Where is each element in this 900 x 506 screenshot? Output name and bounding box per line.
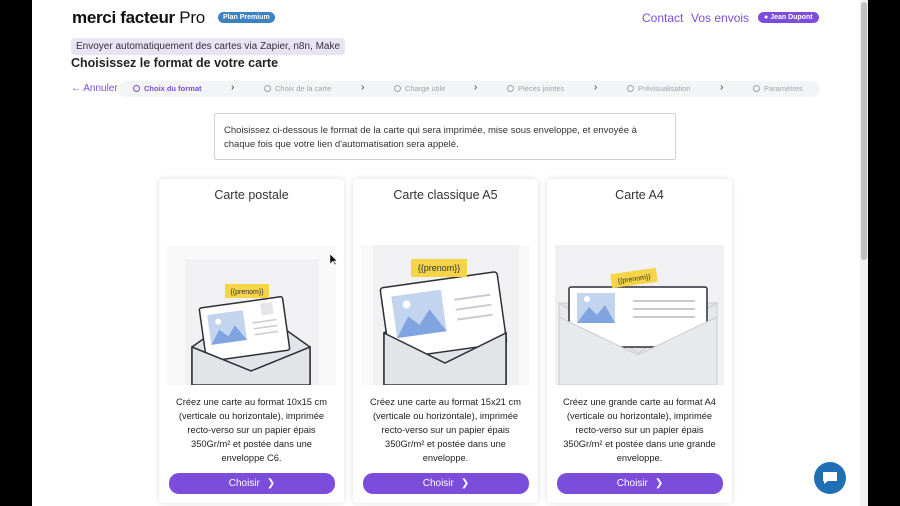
card-carte-a5: Carte classique A5 {{prenom}} Créez une … bbox=[353, 179, 538, 503]
subtitle-badge: Envoyer automatiquement des cartes via Z… bbox=[71, 38, 346, 55]
chevron-right-icon: ❯ bbox=[266, 478, 276, 489]
logo[interactable]: merci facteur Pro bbox=[72, 8, 205, 28]
card-title: Carte A4 bbox=[615, 188, 664, 202]
card-description: Créez une carte au format 10x15 cm (vert… bbox=[176, 397, 327, 463]
chevron-right-icon: › bbox=[361, 82, 365, 93]
user-name: Jean Dupont bbox=[770, 14, 813, 21]
top-header: merci facteur Pro Plan Premium Contact V… bbox=[72, 8, 820, 32]
card-description: Créez une grande carte au format A4 (ver… bbox=[563, 397, 716, 463]
step-params[interactable]: Paramètres bbox=[753, 84, 803, 93]
card-carte-postale: Carte postale {{prenom}} Créez une carte… bbox=[159, 179, 344, 503]
plan-badge: Plan Premium bbox=[218, 12, 275, 23]
nav-contact-link[interactable]: Contact bbox=[642, 11, 683, 25]
cancel-button[interactable]: ← Annuler bbox=[71, 83, 118, 94]
chevron-right-icon: ❯ bbox=[460, 478, 470, 489]
choose-carte-postale-button[interactable]: Choisir ❯ bbox=[169, 473, 335, 494]
step-circle-icon bbox=[507, 85, 514, 92]
step-preview[interactable]: Prévisualisation bbox=[627, 84, 691, 93]
card-tag: {{prenom}} bbox=[230, 289, 264, 296]
scrollbar[interactable] bbox=[860, 0, 868, 506]
step-carte[interactable]: Choix de la carte bbox=[264, 84, 331, 93]
card-tag: {{prenom}} bbox=[418, 263, 461, 273]
user-icon: ● bbox=[764, 14, 769, 21]
page: merci facteur Pro Plan Premium Contact V… bbox=[32, 0, 860, 506]
card-title: Carte classique A5 bbox=[393, 188, 498, 202]
envelope-card-illustration: {{prenom}} bbox=[167, 245, 336, 385]
scrollbar-thumb[interactable] bbox=[861, 2, 867, 260]
chevron-right-icon: › bbox=[231, 82, 235, 93]
card-carte-a4: Carte A4 {{prenom}} Créez une grande car… bbox=[547, 179, 732, 503]
step-circle-icon bbox=[753, 85, 760, 92]
choose-carte-a4-button[interactable]: Choisir ❯ bbox=[557, 473, 723, 494]
step-circle-icon bbox=[627, 85, 634, 92]
chevron-right-icon: ❯ bbox=[654, 478, 664, 489]
step-circle-icon bbox=[264, 85, 271, 92]
step-format[interactable]: Choix du format bbox=[133, 84, 202, 93]
nav-envois-link[interactable]: Vos envois bbox=[691, 11, 749, 25]
step-pieces[interactable]: Pièces jointes bbox=[507, 84, 564, 93]
chat-button[interactable] bbox=[814, 462, 846, 494]
card-description: Créez une carte au format 15x21 cm (vert… bbox=[370, 397, 521, 463]
chat-icon bbox=[823, 472, 837, 484]
mouse-cursor-icon bbox=[330, 254, 338, 266]
chevron-right-icon: › bbox=[720, 82, 724, 93]
page-title: Choisissez le format de votre carte bbox=[71, 56, 279, 70]
chevron-right-icon: › bbox=[474, 82, 478, 93]
step-circle-icon bbox=[133, 85, 140, 92]
envelope-card-illustration: {{prenom}} bbox=[555, 245, 724, 385]
user-menu-button[interactable]: ● Jean Dupont bbox=[758, 12, 819, 23]
chevron-right-icon: › bbox=[594, 82, 598, 93]
arrow-left-icon: ← bbox=[71, 83, 81, 94]
choose-carte-a5-button[interactable]: Choisir ❯ bbox=[363, 473, 529, 494]
step-circle-icon bbox=[394, 85, 401, 92]
stepper: Choix du format › Choix de la carte › Ch… bbox=[118, 81, 820, 97]
step-charge[interactable]: Charge utile bbox=[394, 84, 445, 93]
envelope-card-illustration: {{prenom}} bbox=[361, 245, 530, 385]
intro-text: Choisissez ci-dessous le format de la ca… bbox=[214, 113, 676, 160]
card-title: Carte postale bbox=[214, 188, 289, 202]
